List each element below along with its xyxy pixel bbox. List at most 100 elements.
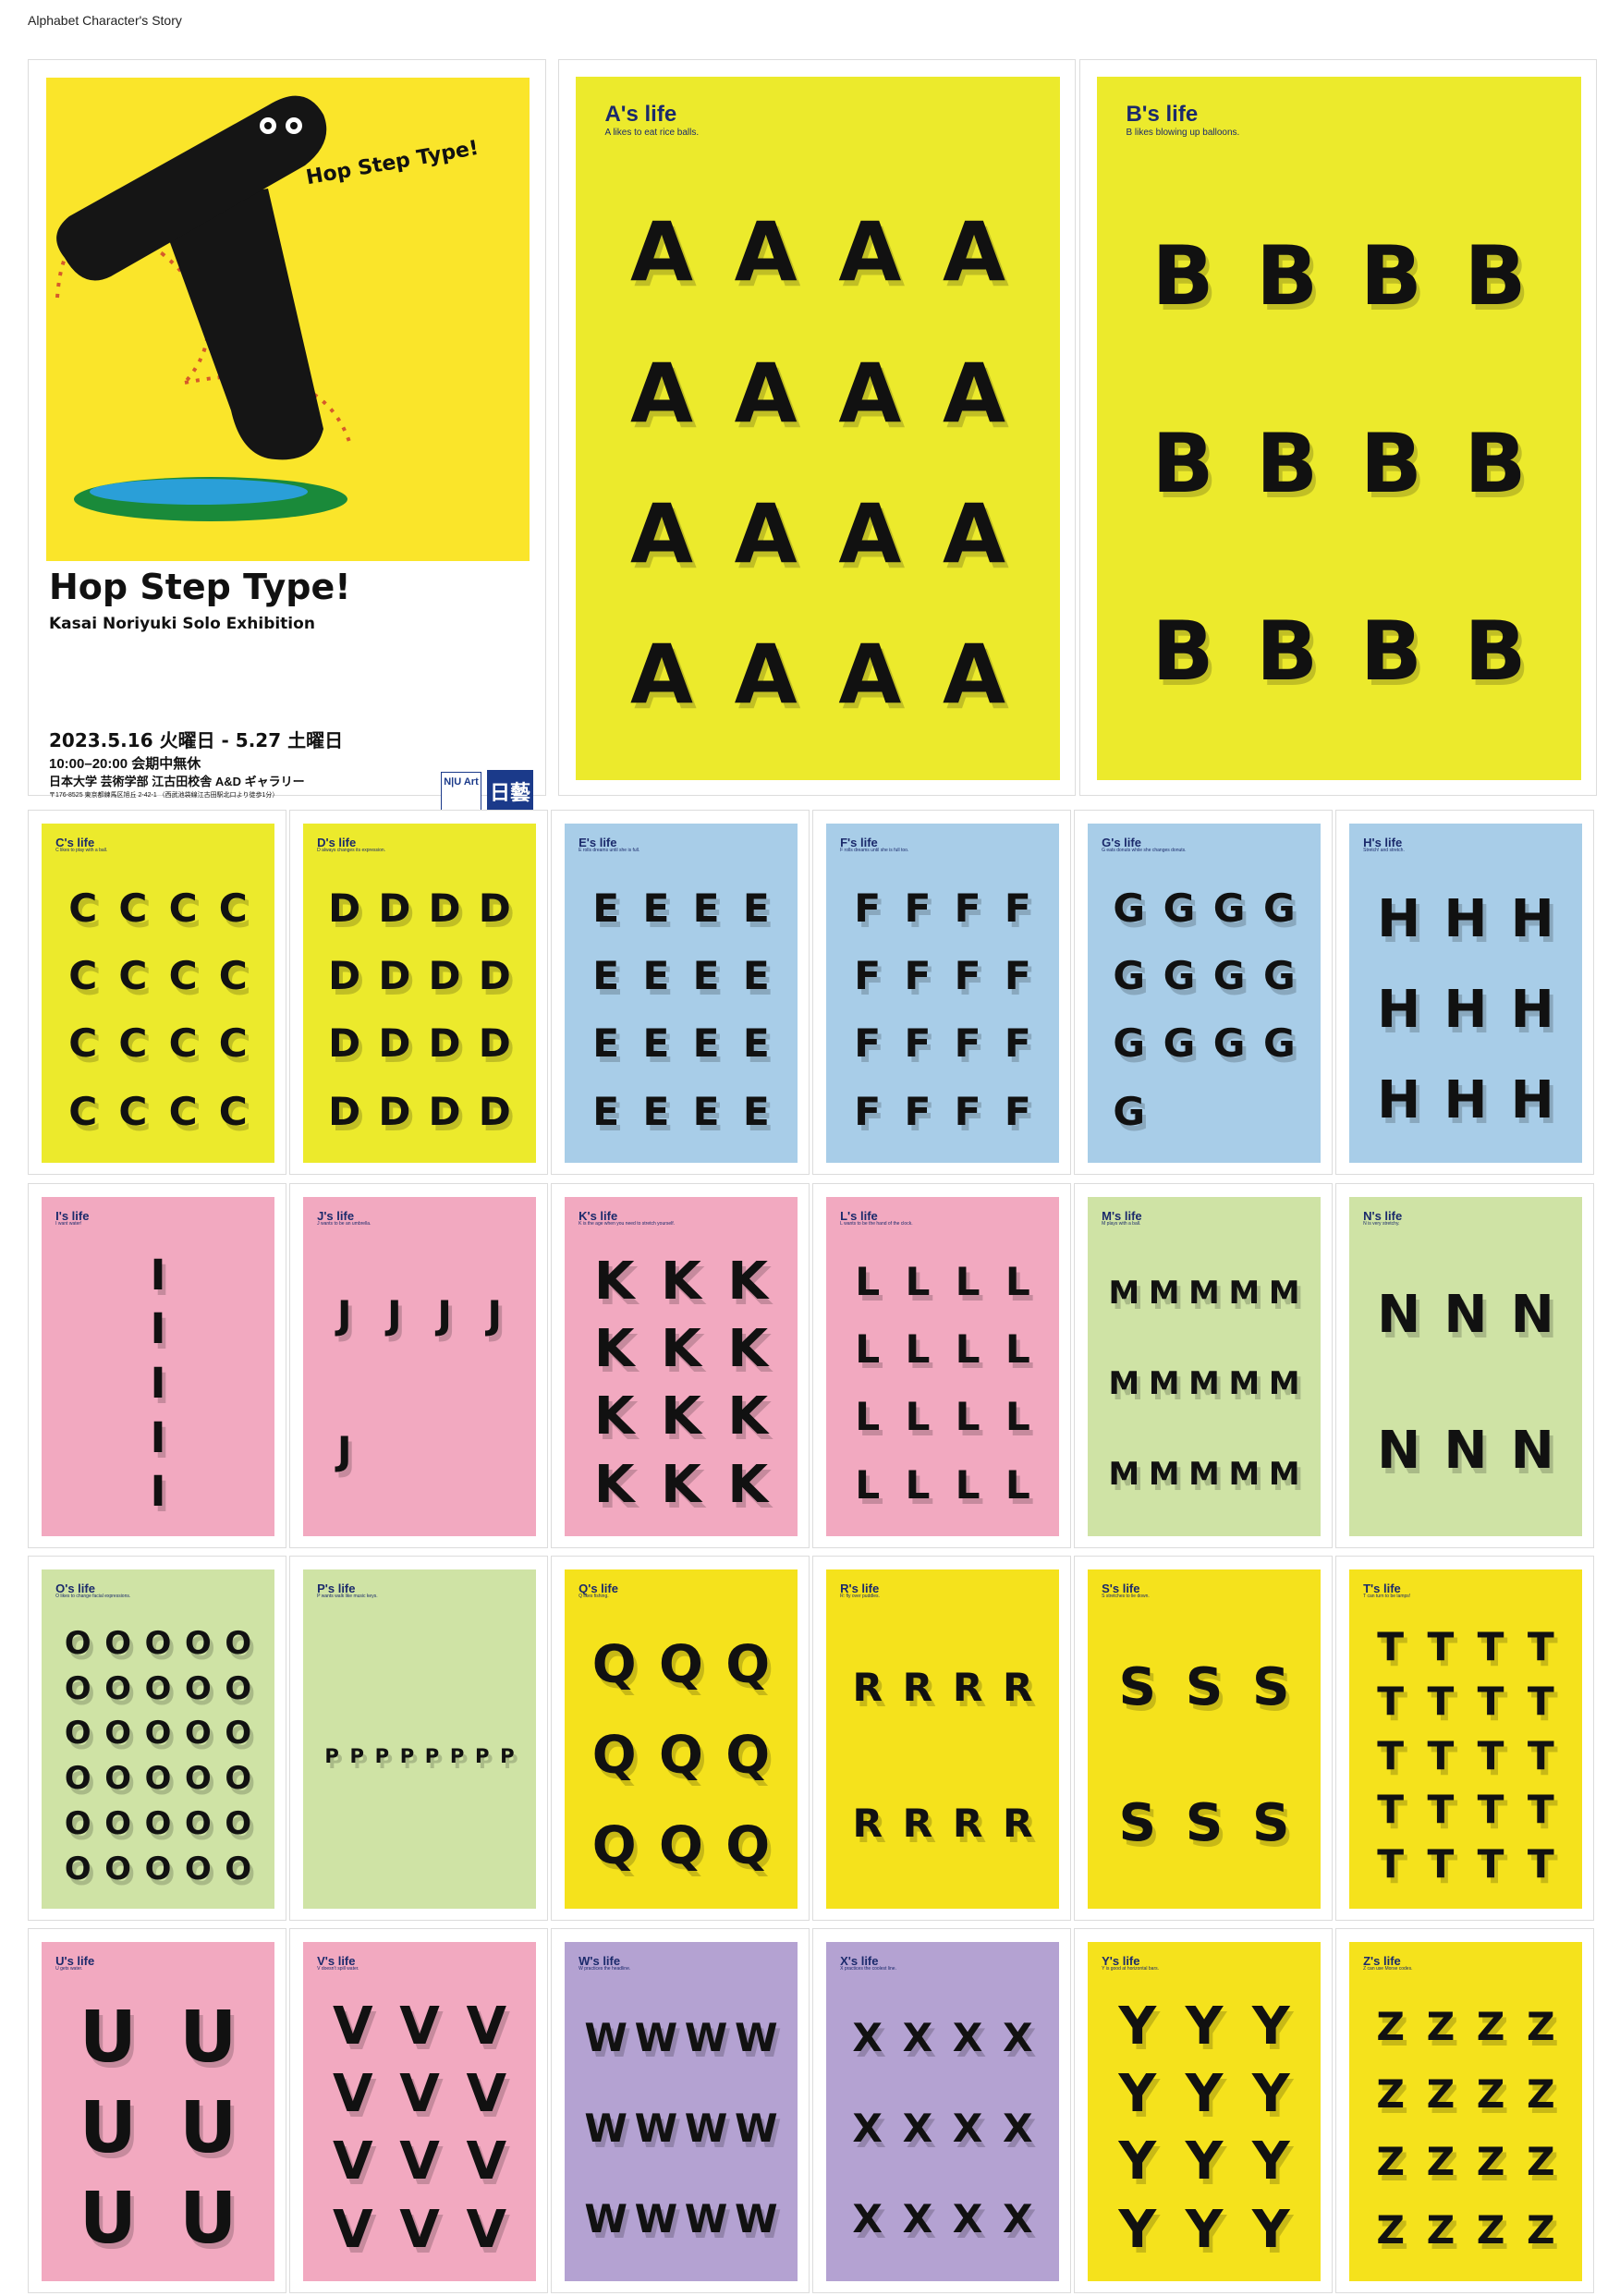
nu-art-logo: N|U Art [441, 772, 481, 814]
letter-character: A [922, 605, 1027, 745]
poster-card-t[interactable]: T's life T can turn to be lamps! T T T T T T T T T… [1335, 1556, 1594, 1921]
letter-character: D [370, 1010, 420, 1078]
letter-character: F [993, 1010, 1042, 1078]
poster-card-i[interactable]: I's life I want water! I I I I I [28, 1183, 286, 1548]
poster-card-c[interactable]: C's life C likes to play with a ball. C C C C… [28, 810, 286, 1175]
letter-glyph: K [661, 1386, 701, 1447]
letter-glyph: V [399, 2131, 440, 2192]
letter-character: F [993, 1078, 1042, 1145]
letter-character: M [1144, 1429, 1184, 1520]
poster-card-z[interactable]: Z's life Z can use Morse codes. Z Z Z Z Z Z Z Z Z Z… [1335, 1928, 1594, 2293]
letter-glyph: O [184, 1850, 212, 1887]
letter-character: I [58, 1465, 259, 1520]
letter-character: Z [1466, 2196, 1516, 2264]
poster-card-w[interactable]: W's life W practices the headline. W W W W W W W… [551, 1928, 810, 2293]
letter-character: H [1499, 965, 1565, 1056]
letter-character: W [681, 2174, 731, 2265]
letter-character: F [893, 1078, 943, 1145]
poster-card-h[interactable]: H's life Stretch! and stretch. H H H H H H H H H [1335, 810, 1594, 1175]
poster-card-j[interactable]: J's life J wants to be an umbrella. J J J J J [289, 1183, 548, 1548]
letter-glyph: L [1005, 1461, 1030, 1508]
letter-character: D [420, 1078, 469, 1145]
poster-card-q[interactable]: Q's life Q likes fishing. Q Q Q Q Q Q Q Q Q [551, 1556, 810, 1921]
poster-card-p[interactable]: P's life P wants walk like music keys. P P P… [289, 1556, 548, 1921]
letter-character: V [320, 2196, 386, 2264]
letter-glyph: O [144, 1669, 172, 1706]
letter-glyph: F [954, 885, 981, 931]
letter-glyph: A [942, 485, 1005, 581]
letter-glyph: O [184, 1805, 212, 1842]
poster-card-f[interactable]: F's life F rolls dreams until she is full… [812, 810, 1071, 1175]
letter-character: C [158, 1078, 208, 1145]
poster-subtitle: O likes to change facial expressions. [55, 1594, 131, 1600]
letter-character: A [818, 605, 922, 745]
letter-glyph: O [104, 1624, 131, 1661]
letter-character: T [1466, 1620, 1516, 1675]
poster-card-b[interactable]: B's life B likes blowing up balloons. B B B B… [1079, 59, 1597, 796]
character-grid: CCCCCCCCCCCCCCCC [58, 874, 259, 1146]
letter-glyph: S [1251, 1793, 1290, 1854]
poster-card-l[interactable]: L's life L wants to be the hand of the cl… [812, 1183, 1071, 1548]
poster-card-u[interactable]: U's life U gets water. U U U U U U [28, 1928, 286, 2293]
letter-character: I [58, 1356, 259, 1411]
letter-glyph: A [630, 345, 693, 441]
letter-glyph: Y [1185, 2063, 1224, 2124]
letter-glyph: C [168, 885, 198, 931]
letter-glyph: D [328, 1020, 361, 1067]
letter-glyph: B [1256, 227, 1319, 324]
letter-glyph: H [1510, 888, 1554, 949]
letter-glyph: Z [1376, 2139, 1406, 2185]
letter-character: F [943, 1078, 993, 1145]
poster-card-k[interactable]: K's life K is the age when you need to st… [551, 1183, 810, 1548]
letter-character: O [58, 1847, 98, 1892]
poster-card-v[interactable]: V's life V doesn't spill water. V V V V V V V V V V… [289, 1928, 548, 2293]
poster-card-o[interactable]: O's life O likes to change facial express… [28, 1556, 286, 1921]
letter-character: E [581, 1078, 631, 1145]
letter-character: H [1432, 874, 1499, 965]
letter-character: Y [1171, 2060, 1237, 2128]
letter-glyph: Z [1376, 2003, 1406, 2049]
letter-glyph: M [1188, 1275, 1220, 1312]
letter-glyph: Q [659, 1634, 703, 1695]
main-poster-card[interactable]: Hop Step Type! Hop Step Type! Kasai Nori… [28, 59, 546, 816]
letter-glyph: O [225, 1760, 252, 1797]
letter-character: E [631, 942, 681, 1009]
letter-glyph: E [742, 953, 770, 998]
letter-glyph: D [328, 1088, 361, 1134]
letter-glyph: F [904, 885, 932, 931]
poster-card-x[interactable]: X's life X practices the coolest line. X X X… [812, 1928, 1071, 2293]
poster-card-m[interactable]: M's life M plays with a ball. M M M M M M M M M M M M… [1074, 1183, 1333, 1548]
poster-card-d[interactable]: D's life D always changes its expression.… [289, 810, 548, 1175]
letter-glyph: V [332, 1996, 373, 2057]
letter-glyph: S [1118, 1793, 1157, 1854]
letter-glyph: T [1377, 1678, 1405, 1724]
letter-character: O [178, 1666, 218, 1711]
letter-glyph: F [854, 953, 882, 998]
poster-subtitle: Stretch! and stretch. [1363, 848, 1405, 854]
poster-card-n[interactable]: N's life N is very stretchy. N N N N N N [1335, 1183, 1594, 1548]
poster-card-y[interactable]: Y's life Y is good at horizontal bars. Y Y Y… [1074, 1928, 1333, 2293]
letter-glyph: B [1256, 603, 1319, 699]
poster-card-a[interactable]: A's life A likes to eat rice balls. A A A A A A… [558, 59, 1076, 796]
poster-card-r[interactable]: R's life R: fly over puddles. R R R R R R R R [812, 1556, 1071, 1921]
letter-character: Y [1104, 2060, 1171, 2128]
letter-character: F [943, 1010, 993, 1078]
letter-glyph: O [104, 1715, 131, 1752]
poster-card-e[interactable]: E's life E rolls dreams until she is full… [551, 810, 810, 1175]
poster-card-s[interactable]: S's life S stretches to lie down. S S S S S S [1074, 1556, 1333, 1921]
letter-character: F [993, 942, 1042, 1009]
poster-l: L's life L wants to be the hand of the cl… [826, 1197, 1059, 1536]
letter-glyph: A [942, 345, 1005, 441]
poster-card-g[interactable]: G's life G eats donuts while she changes … [1074, 810, 1333, 1175]
letter-glyph: Z [1426, 2139, 1456, 2185]
letter-character: T [1466, 1728, 1516, 1783]
letter-glyph: R [952, 1665, 983, 1711]
letter-character: K [714, 1384, 781, 1451]
letter-glyph: Z [1426, 2003, 1456, 2049]
letter-character: O [138, 1847, 177, 1892]
letter-glyph: J [336, 1292, 352, 1338]
letter-glyph: K [727, 1386, 769, 1447]
letter-character: R [993, 1756, 1042, 1892]
letter-glyph: M [1228, 1275, 1261, 1312]
poster-subtitle: R: fly over puddles. [840, 1594, 880, 1600]
